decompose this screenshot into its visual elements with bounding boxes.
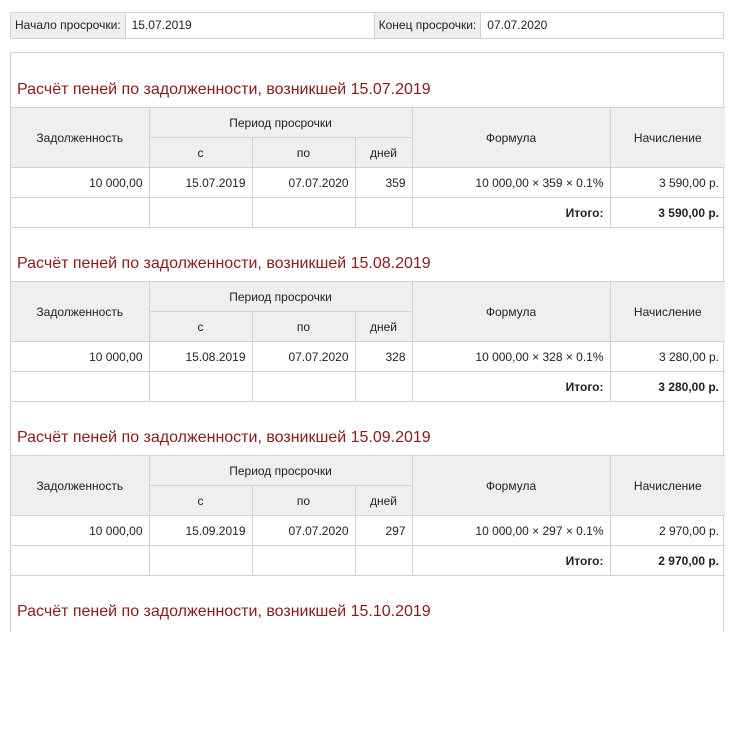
- table-row: 10 000,00 15.09.2019 07.07.2020 297 10 0…: [11, 515, 726, 546]
- col-from-header: с: [148, 137, 253, 168]
- col-from-header: с: [148, 485, 253, 516]
- col-to-header: по: [251, 137, 356, 168]
- total-value: 3 280,00 р.: [609, 371, 726, 402]
- calc-table: Задолженность Период просрочки Формула Н…: [11, 455, 726, 576]
- section-title: Расчёт пеней по задолженности, возникшей…: [17, 603, 431, 620]
- calc-section: Расчёт пеней по задолженности, возникшей…: [11, 53, 726, 228]
- calculation-container: Расчёт пеней по задолженности, возникшей…: [10, 52, 726, 632]
- overdue-start-value: 15.07.2019: [126, 13, 375, 38]
- col-period-header: Период просрочки: [148, 455, 413, 486]
- col-debt-header: Задолженность: [11, 107, 150, 168]
- total-label: Итого:: [411, 197, 611, 228]
- col-from-header: с: [148, 311, 253, 342]
- col-accrual-header: Начисление: [609, 281, 726, 342]
- table-row: 10 000,00 15.07.2019 07.07.2020 359 10 0…: [11, 167, 726, 198]
- cell-accrual: 3 590,00 р.: [609, 167, 726, 198]
- total-value: 2 970,00 р.: [609, 545, 726, 576]
- col-period-header: Период просрочки: [148, 107, 413, 138]
- col-debt-header: Задолженность: [11, 455, 150, 516]
- cell-days: 359: [354, 167, 413, 198]
- overdue-end-label: Конец просрочки:: [374, 13, 482, 38]
- calc-table: Задолженность Период просрочки Формула Н…: [11, 107, 726, 228]
- cell-to: 07.07.2020: [251, 341, 356, 372]
- overdue-end-value: 07.07.2020: [487, 18, 548, 32]
- total-label: Итого:: [411, 545, 611, 576]
- table-row: 10 000,00 15.08.2019 07.07.2020 328 10 0…: [11, 341, 726, 372]
- cell-from: 15.09.2019: [148, 515, 253, 546]
- total-row: Итого: 3 280,00 р.: [11, 371, 726, 402]
- cell-to: 07.07.2020: [251, 167, 356, 198]
- col-accrual-header: Начисление: [609, 107, 726, 168]
- section-title: Расчёт пеней по задолженности, возникшей…: [17, 429, 431, 446]
- cell-from: 15.07.2019: [148, 167, 253, 198]
- cell-accrual: 2 970,00 р.: [609, 515, 726, 546]
- cell-debt: 10 000,00: [11, 515, 150, 546]
- col-formula-header: Формула: [411, 107, 611, 168]
- section-title: Расчёт пеней по задолженности, возникшей…: [17, 255, 431, 272]
- col-accrual-header: Начисление: [609, 455, 726, 516]
- col-to-header: по: [251, 311, 356, 342]
- col-days-header: дней: [354, 311, 413, 342]
- cell-days: 328: [354, 341, 413, 372]
- col-formula-header: Формула: [411, 281, 611, 342]
- col-formula-header: Формула: [411, 455, 611, 516]
- overdue-period-bar: Начало просрочки: 15.07.2019 Конец проср…: [10, 12, 724, 39]
- overdue-start-label: Начало просрочки:: [11, 13, 126, 38]
- section-title: Расчёт пеней по задолженности, возникшей…: [17, 81, 431, 98]
- cell-to: 07.07.2020: [251, 515, 356, 546]
- cell-formula: 10 000,00 × 359 × 0.1%: [411, 167, 611, 198]
- calc-section: Расчёт пеней по задолженности, возникшей…: [11, 227, 726, 402]
- cell-formula: 10 000,00 × 297 × 0.1%: [411, 515, 611, 546]
- cell-days: 297: [354, 515, 413, 546]
- calc-section: Расчёт пеней по задолженности, возникшей…: [11, 575, 723, 749]
- calc-section: Расчёт пеней по задолженности, возникшей…: [11, 401, 726, 576]
- calc-table: Задолженность Период просрочки Формула Н…: [11, 281, 726, 402]
- cell-from: 15.08.2019: [148, 341, 253, 372]
- cell-debt: 10 000,00: [11, 341, 150, 372]
- col-debt-header: Задолженность: [11, 281, 150, 342]
- total-label: Итого:: [411, 371, 611, 402]
- total-row: Итого: 3 590,00 р.: [11, 197, 726, 228]
- cell-debt: 10 000,00: [11, 167, 150, 198]
- col-days-header: дней: [354, 137, 413, 168]
- cell-formula: 10 000,00 × 328 × 0.1%: [411, 341, 611, 372]
- total-value: 3 590,00 р.: [609, 197, 726, 228]
- col-period-header: Период просрочки: [148, 281, 413, 312]
- cell-accrual: 3 280,00 р.: [609, 341, 726, 372]
- col-days-header: дней: [354, 485, 413, 516]
- total-row: Итого: 2 970,00 р.: [11, 545, 726, 576]
- col-to-header: по: [251, 485, 356, 516]
